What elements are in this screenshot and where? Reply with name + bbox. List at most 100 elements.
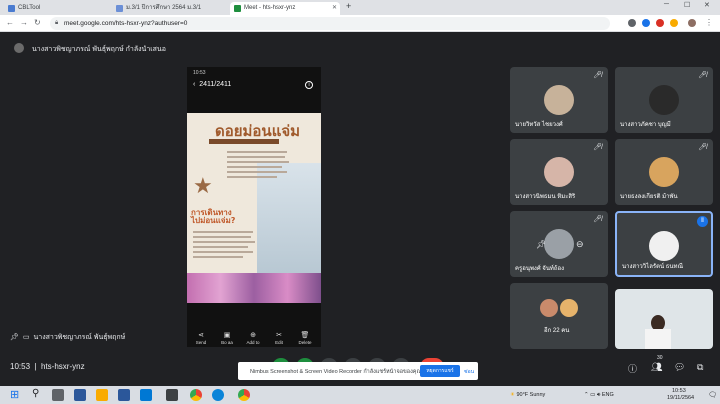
action-label: Bo aa — [221, 340, 233, 345]
poster-text-line — [193, 231, 253, 233]
avatar — [649, 157, 679, 187]
participant-tile[interactable]: 🎤︎̸ นายธงลงเกียรติ ม้าพัน — [615, 139, 713, 205]
others-tile[interactable]: อีก 22 คน — [510, 283, 608, 349]
sun-icon: ☀ — [510, 392, 515, 398]
add-to-button[interactable]: ⊕ Add to — [243, 331, 263, 345]
poster-text-line — [193, 246, 248, 248]
back-icon[interactable]: ← — [6, 18, 14, 27]
reload-icon[interactable]: ↻ — [34, 18, 41, 27]
poster-image: ดอยม่อนแจ่ม ★ การเดินทาง ไปม่อนแจ่ม? — [187, 113, 321, 303]
participant-tile[interactable]: 🎤︎̸ นางสาวนิพธมน หิมะสิริ — [510, 139, 608, 205]
shared-screen: 10:53 ‹ 2411/2411 i ดอยม่อนแจ่ม ★ การเดิ… — [187, 67, 321, 347]
weather-widget[interactable]: ☀ 90°F Sunny — [510, 392, 545, 398]
browser-tab-meet[interactable]: Meet - hts-hsxr-ynz ✕ — [230, 2, 340, 15]
lock-icon: 🔒︎ — [55, 20, 59, 26]
star-decoration-icon: ★ — [193, 173, 213, 198]
mic-off-icon: 🎤︎̸ — [593, 216, 602, 223]
meeting-code: hts-hsxr-ynz — [41, 362, 85, 371]
action-label: Delete — [298, 340, 312, 345]
notification-icon[interactable]: 🗨︎ — [708, 391, 717, 399]
tab-label: CBLTool — [18, 5, 41, 11]
avatar — [544, 85, 574, 115]
url-field[interactable]: 🔒︎ meet.google.com/hts-hsxr-ynz?authuser… — [50, 17, 610, 30]
add-icon: ⊕ — [250, 332, 256, 339]
avatar — [544, 229, 574, 259]
tab-close-icon[interactable]: ✕ — [332, 2, 337, 15]
remove-icon[interactable]: ⊖ — [576, 239, 584, 250]
extension-icon[interactable] — [642, 19, 650, 27]
phone-header: ‹ 2411/2411 — [193, 81, 232, 88]
hide-button[interactable]: ซ่อน — [464, 368, 474, 376]
tab-label: Meet - hts-hsxr-ynz — [244, 5, 296, 11]
people-icon[interactable]: 👥︎ — [651, 362, 662, 373]
clock-date[interactable]: 19/11/2564 — [667, 395, 694, 401]
chrome-icon[interactable] — [190, 389, 202, 401]
mic-off-icon: 🎤︎̸ — [698, 72, 707, 79]
notification-message: Nimbus Screenshot & Screen Video Recorde… — [250, 369, 422, 375]
participant-tile[interactable]: 🎤︎̸ นางสาวภัคชา บุญมี — [615, 67, 713, 133]
edge-icon[interactable] — [212, 389, 224, 401]
info-icon[interactable]: ⓘ — [628, 362, 637, 375]
extension-icon[interactable] — [628, 19, 636, 27]
weather-text: 90°F Sunny — [516, 392, 546, 398]
poster-text-line — [227, 151, 287, 153]
phone-action-bar: ⋖ Send ▣ Bo aa ⊕ Add to ✂ Edit 🗑︎ Delete — [187, 331, 321, 347]
maximize-button[interactable]: ☐ — [684, 1, 690, 9]
pin-icon[interactable]: 📌︎ — [10, 333, 19, 341]
profile-avatar[interactable] — [688, 19, 696, 27]
chrome-icon[interactable] — [238, 389, 250, 401]
participant-name: นางสาวนิพธมน หิมะสิริ — [515, 194, 576, 200]
participant-name: นายธงลงเกียรติ ม้าพัน — [620, 194, 678, 200]
stop-sharing-button[interactable]: หยุดการแชร์ — [420, 365, 460, 377]
browser-tab-cbltool[interactable]: CBLTool — [4, 2, 109, 15]
phone-status-time: 10:53 — [193, 70, 206, 76]
poster-band — [209, 139, 279, 144]
poster-text-line — [193, 241, 255, 243]
file-explorer-icon[interactable] — [96, 389, 108, 401]
poster-text-line — [227, 171, 287, 173]
search-icon[interactable]: ⚲ — [32, 388, 39, 399]
participant-name: นางสาววิไลรัตน์ ธนทณี — [622, 264, 684, 270]
poster-text-line — [193, 236, 251, 238]
minimize-button[interactable]: ─ — [664, 1, 669, 8]
extension-icon[interactable] — [656, 19, 664, 27]
participant-count-badge: 30 — [657, 355, 663, 361]
app-icon[interactable] — [166, 389, 178, 401]
teams-icon[interactable] — [74, 389, 86, 401]
word-icon[interactable] — [118, 389, 130, 401]
poster-text-line — [227, 176, 277, 178]
edit-button[interactable]: ✂ Edit — [269, 331, 289, 345]
system-tray-icons[interactable]: ⌃ ▭ 🔊︎ ENG — [584, 392, 614, 399]
extension-icon[interactable] — [670, 19, 678, 27]
clock-time[interactable]: 10:53 — [672, 388, 686, 394]
send-button[interactable]: ⋖ Send — [191, 331, 211, 345]
poster-subtitle-line: ไปม่อนแจ่ม? — [191, 216, 236, 225]
pin-icon[interactable]: 📌︎ — [536, 240, 546, 249]
presenter-banner-text: นางสาวพิชญาภรณ์ พันธุ์พฤกษ์ กำลังนำเสนอ — [32, 46, 166, 53]
poster-text-line — [227, 156, 285, 158]
participant-tile[interactable]: 🎤︎̸ 📌︎ ⊖ ครูอนุพงศ์ จันท์ถ้อง — [510, 211, 608, 277]
mic-off-icon: 🎤︎̸ — [698, 144, 707, 151]
browser-tab-class[interactable]: ม.3/1 ปีการศึกษา 2564 ม.3/1 — [112, 2, 227, 15]
tab-favicon-icon — [116, 5, 123, 12]
lens-button[interactable]: ▣ Bo aa — [217, 331, 237, 345]
windows-start-icon[interactable]: ⊞ — [10, 388, 19, 401]
menu-dots-icon[interactable]: ⋮ — [705, 18, 713, 27]
activities-icon[interactable]: ⧉ — [697, 362, 703, 373]
speaking-indicator-icon: ⦀ — [697, 216, 708, 227]
participant-tile-speaking[interactable]: ⦀ นางสาววิไลรัตน์ ธนทณี — [615, 211, 713, 277]
task-view-icon[interactable] — [52, 389, 64, 401]
window-close-button[interactable]: ✕ — [704, 1, 710, 9]
participant-tile[interactable]: 🎤︎̸ นายวิทวัส ไชยวงศ์ — [510, 67, 608, 133]
screen-share-notification: Nimbus Screenshot & Screen Video Recorde… — [238, 362, 478, 380]
windows-taskbar: ⊞ ⚲ ☀ 90°F Sunny ⌃ ▭ 🔊︎ ENG 10:53 19/11/… — [0, 386, 720, 404]
chat-icon[interactable]: 💬︎ — [674, 362, 685, 373]
self-view-tile[interactable] — [615, 289, 713, 349]
avatar — [14, 43, 24, 53]
forward-icon[interactable]: → — [20, 18, 28, 27]
new-tab-button[interactable]: + — [346, 1, 351, 11]
poster-text-line — [227, 161, 289, 163]
avatar — [560, 299, 578, 317]
store-icon[interactable] — [140, 389, 152, 401]
delete-button[interactable]: 🗑︎ Delete — [295, 331, 315, 345]
